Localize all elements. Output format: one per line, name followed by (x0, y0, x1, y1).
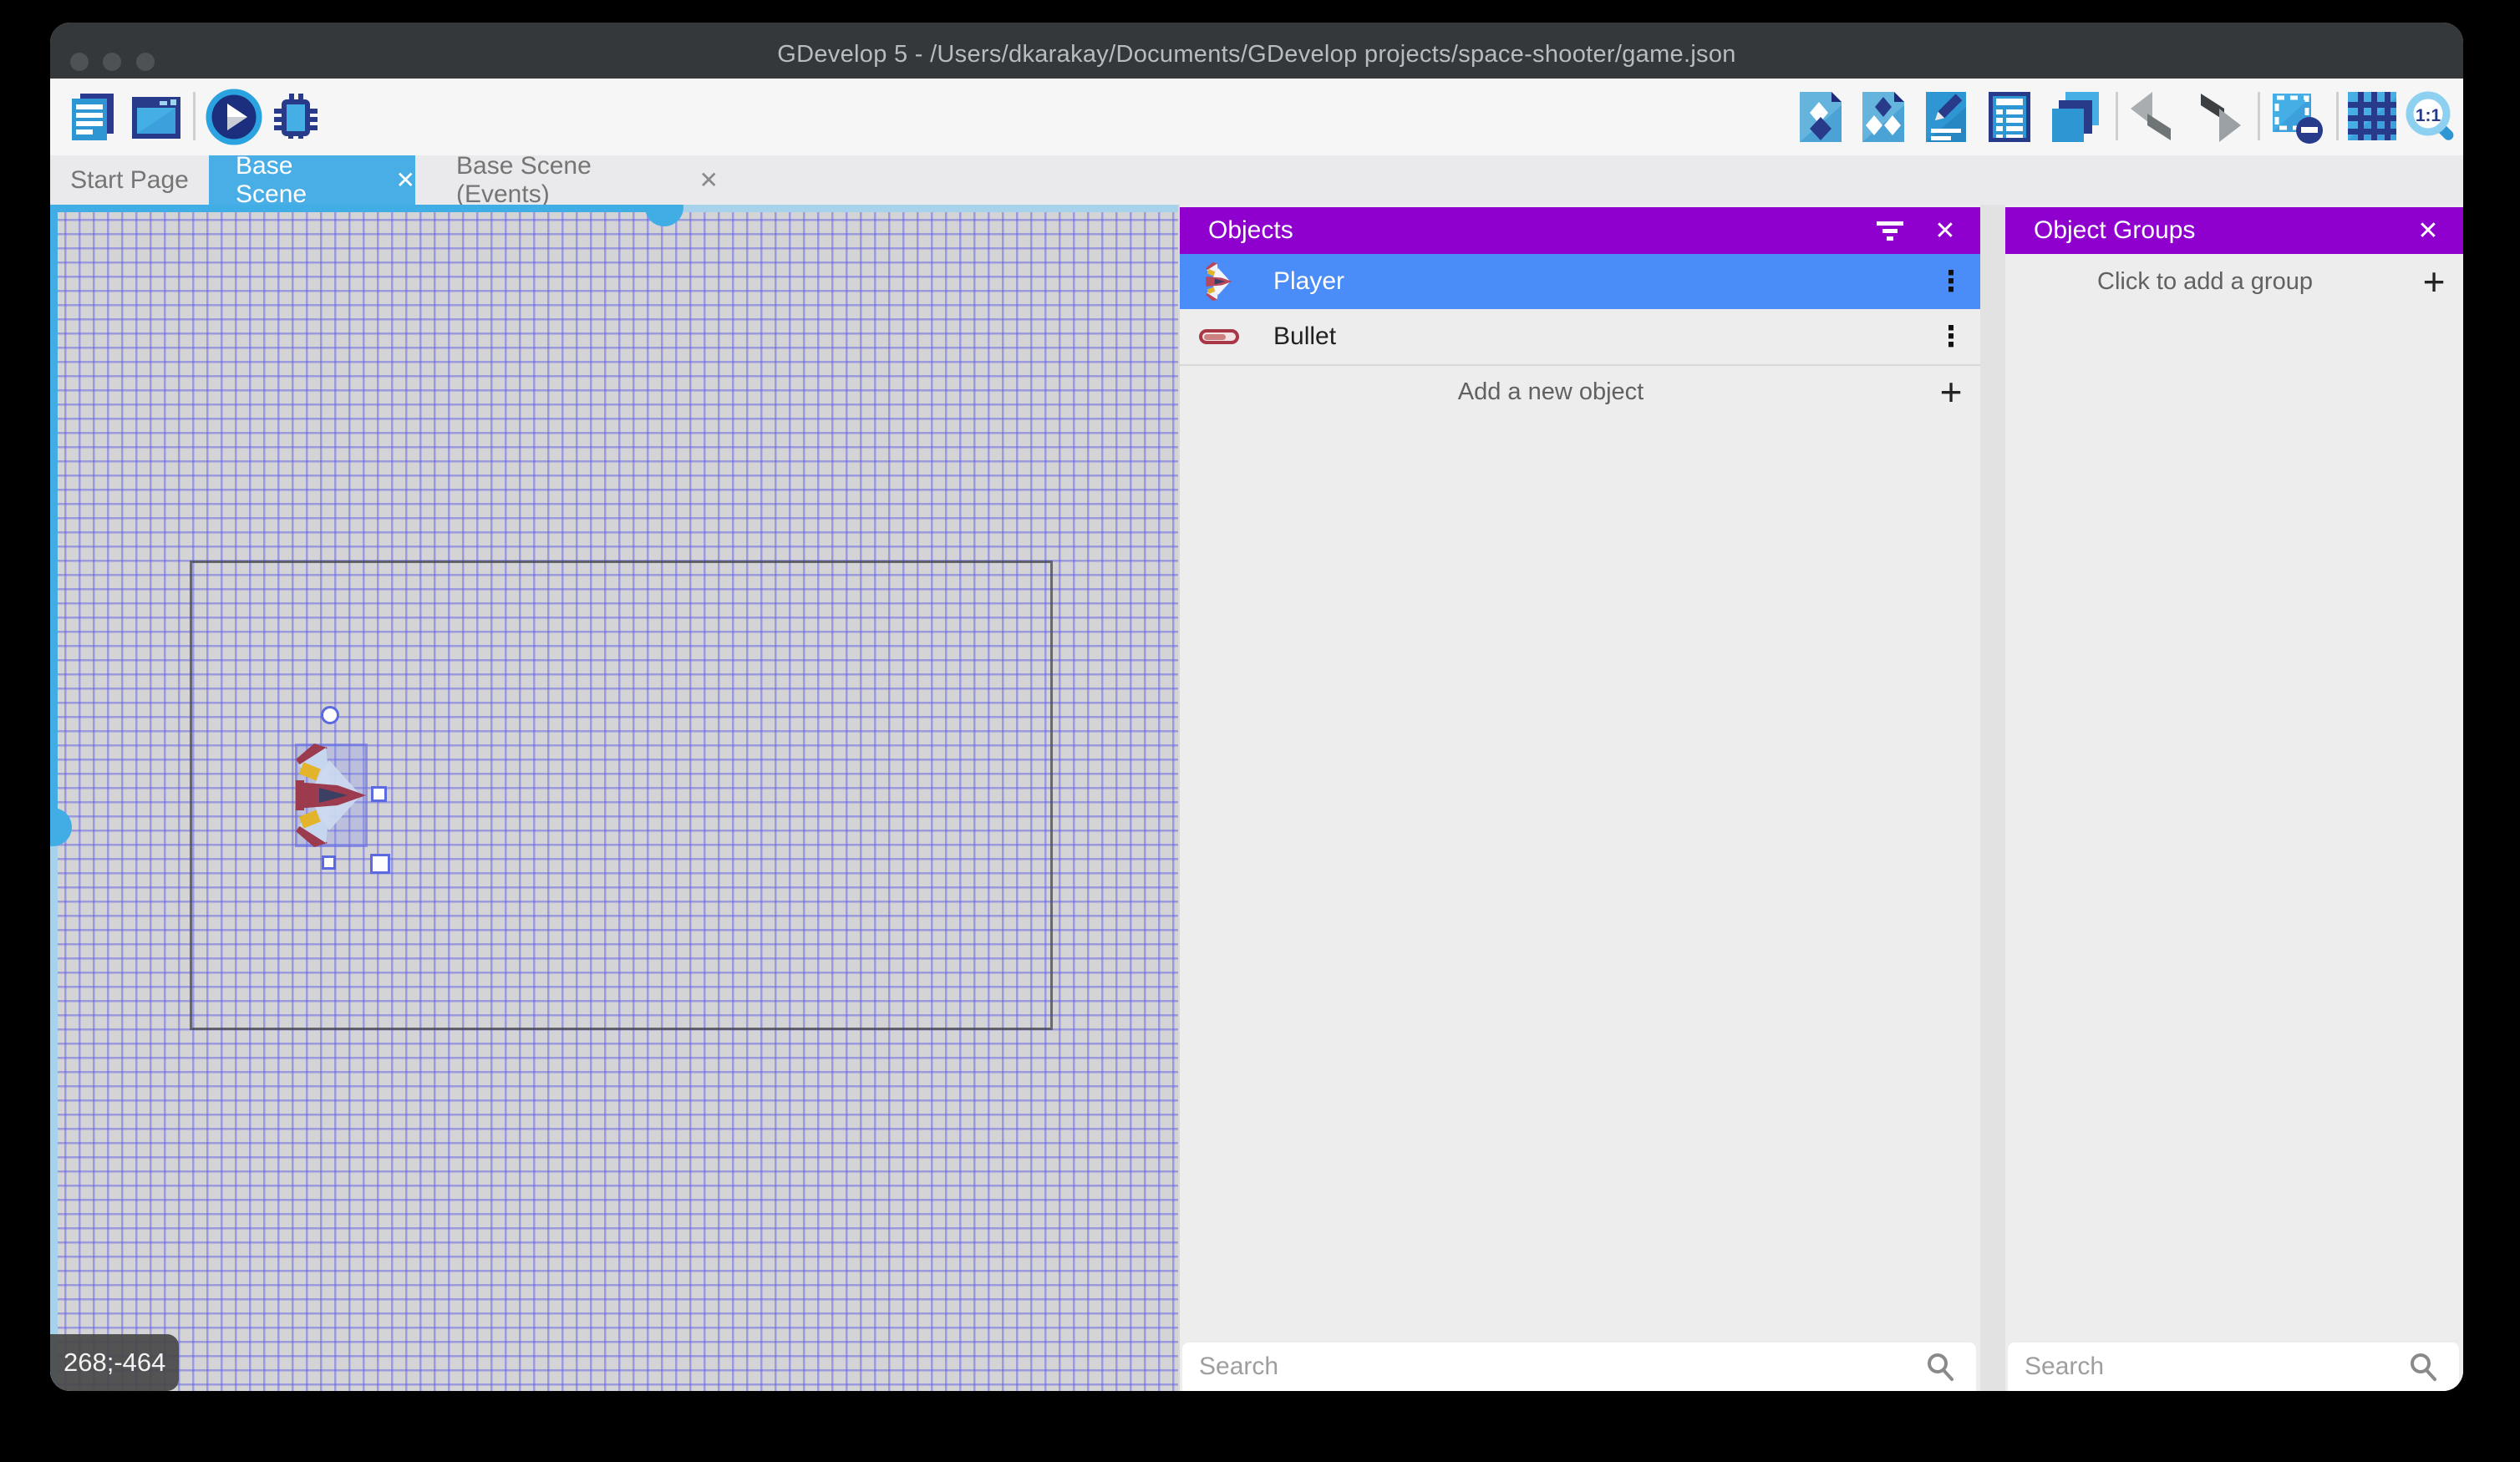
project-manager-icon (67, 90, 117, 144)
close-panel-icon[interactable]: ✕ (1922, 216, 1969, 246)
object-row-bullet[interactable]: Bullet ⋮ (1180, 309, 1980, 364)
instances-list-icon (1985, 90, 2034, 144)
object-row-player[interactable]: Player ⋮ (1180, 254, 1980, 309)
object-groups-panel-title: Object Groups (2034, 216, 2405, 245)
toggle-properties-panel-button[interactable] (1922, 90, 1970, 144)
tab-label: Start Page (70, 166, 189, 195)
object-groups-panel: Object Groups ✕ Click to add a group + (2005, 205, 2463, 1391)
toggle-window-mask-button[interactable] (2269, 90, 2324, 144)
toolbar-separator (2116, 92, 2118, 140)
close-tab-icon[interactable]: ✕ (396, 166, 415, 194)
objects-panel-title: Objects (1208, 216, 1875, 245)
toggle-objects-panel-button[interactable] (1796, 90, 1845, 144)
zoom-original-button[interactable]: 1:1 (2405, 90, 2458, 144)
resize-handle-corner[interactable] (370, 854, 390, 874)
tab-label: Base Scene (Events) (456, 152, 661, 209)
toggle-object-groups-panel-button[interactable] (1859, 90, 1908, 144)
layers-panel-icon (2049, 90, 2101, 144)
toolbar-separator (193, 92, 196, 140)
bullet-thumbnail-icon (1198, 328, 1240, 345)
zoom-1-1-icon: 1:1 (2405, 90, 2458, 144)
tab-label: Base Scene (236, 152, 358, 209)
object-name: Bullet (1273, 322, 1922, 351)
redo-button[interactable] (2191, 90, 2244, 144)
object-menu-icon[interactable]: ⋮ (1922, 265, 1980, 298)
debug-bug-icon (267, 89, 324, 145)
screenshot-stage: GDevelop 5 - /Users/dkarakay/Documents/G… (0, 0, 2520, 1462)
window-title: GDevelop 5 - /Users/dkarakay/Documents/G… (50, 23, 2463, 79)
add-object-row[interactable]: Add a new object + (1180, 366, 1980, 418)
tab-base-scene[interactable]: Base Scene ✕ (209, 155, 415, 205)
properties-panel-icon (1922, 90, 1970, 144)
start-page-button[interactable] (129, 90, 182, 144)
groups-search-input[interactable] (2008, 1353, 2407, 1381)
objects-search-bar (1182, 1343, 1976, 1391)
horizontal-scrollbar-thumb[interactable] (645, 205, 683, 226)
play-icon (206, 89, 262, 145)
rotate-handle[interactable] (321, 706, 339, 724)
debug-button[interactable] (267, 89, 324, 142)
zoom-1-1-label: 1:1 (2416, 106, 2441, 125)
cursor-coordinates-badge: 268;-464 (50, 1334, 179, 1391)
filter-icon[interactable] (1875, 218, 1922, 243)
title-bar: GDevelop 5 - /Users/dkarakay/Documents/G… (50, 23, 2463, 79)
objects-search-input[interactable] (1182, 1353, 1924, 1381)
search-icon[interactable] (2407, 1351, 2459, 1383)
object-groups-panel-icon (1859, 90, 1908, 144)
close-tab-icon[interactable]: ✕ (699, 166, 719, 194)
tab-base-scene-events[interactable]: Base Scene (Events) ✕ (418, 155, 719, 205)
toolbar-separator (2258, 92, 2260, 140)
add-object-plus-icon[interactable]: + (1922, 369, 1980, 414)
add-group-row[interactable]: Click to add a group + (2005, 254, 2463, 309)
window-mask-icon (2269, 90, 2324, 145)
add-group-label: Click to add a group (2005, 268, 2405, 296)
window-icon (129, 90, 182, 144)
toolbar-separator (2336, 92, 2339, 140)
vertical-scrollbar-thumb[interactable] (50, 808, 72, 846)
objects-panel: Objects ✕ (1178, 205, 1980, 1391)
scene-canvas[interactable]: 268;-464 (50, 205, 1178, 1391)
player-instance-sprite[interactable] (294, 742, 368, 849)
toggle-instances-list-button[interactable] (1985, 90, 2034, 144)
objects-panel-icon (1796, 90, 1845, 144)
add-group-plus-icon[interactable]: + (2405, 259, 2463, 304)
object-menu-icon[interactable]: ⋮ (1922, 320, 1980, 353)
main-toolbar: 1:1 (50, 79, 2463, 155)
redo-icon (2191, 90, 2244, 144)
panel-divider[interactable] (1980, 205, 2005, 1391)
close-panel-icon[interactable]: ✕ (2405, 216, 2451, 246)
player-thumbnail-icon (1198, 261, 1240, 302)
vertical-scrollbar[interactable] (50, 205, 58, 827)
tab-start-page[interactable]: Start Page (50, 155, 209, 205)
project-manager-button[interactable] (67, 90, 117, 144)
objects-panel-header: Objects ✕ (1180, 207, 1980, 254)
app-window: GDevelop 5 - /Users/dkarakay/Documents/G… (50, 23, 2463, 1391)
resize-handle-right[interactable] (371, 786, 387, 802)
search-icon[interactable] (1924, 1351, 1976, 1383)
horizontal-scrollbar[interactable] (50, 205, 664, 212)
undo-button[interactable] (2127, 90, 2181, 144)
undo-icon (2127, 90, 2181, 144)
object-name: Player (1273, 267, 1922, 296)
vertical-scrollbar-track[interactable] (50, 827, 58, 1391)
resize-handle-bottom[interactable] (322, 855, 336, 870)
editor-content: 268;-464 Objects ✕ (50, 205, 2463, 1391)
groups-search-bar (2008, 1343, 2459, 1391)
add-object-label: Add a new object (1180, 378, 1922, 406)
grid-icon (2346, 90, 2398, 142)
object-groups-panel-header: Object Groups ✕ (2005, 207, 2463, 254)
horizontal-scrollbar-track[interactable] (664, 205, 1178, 212)
editor-tab-bar: Start Page Base Scene ✕ Base Scene (Even… (50, 155, 2463, 205)
toggle-grid-button[interactable] (2346, 90, 2398, 144)
toggle-layers-panel-button[interactable] (2049, 90, 2101, 144)
play-button[interactable] (206, 89, 262, 142)
